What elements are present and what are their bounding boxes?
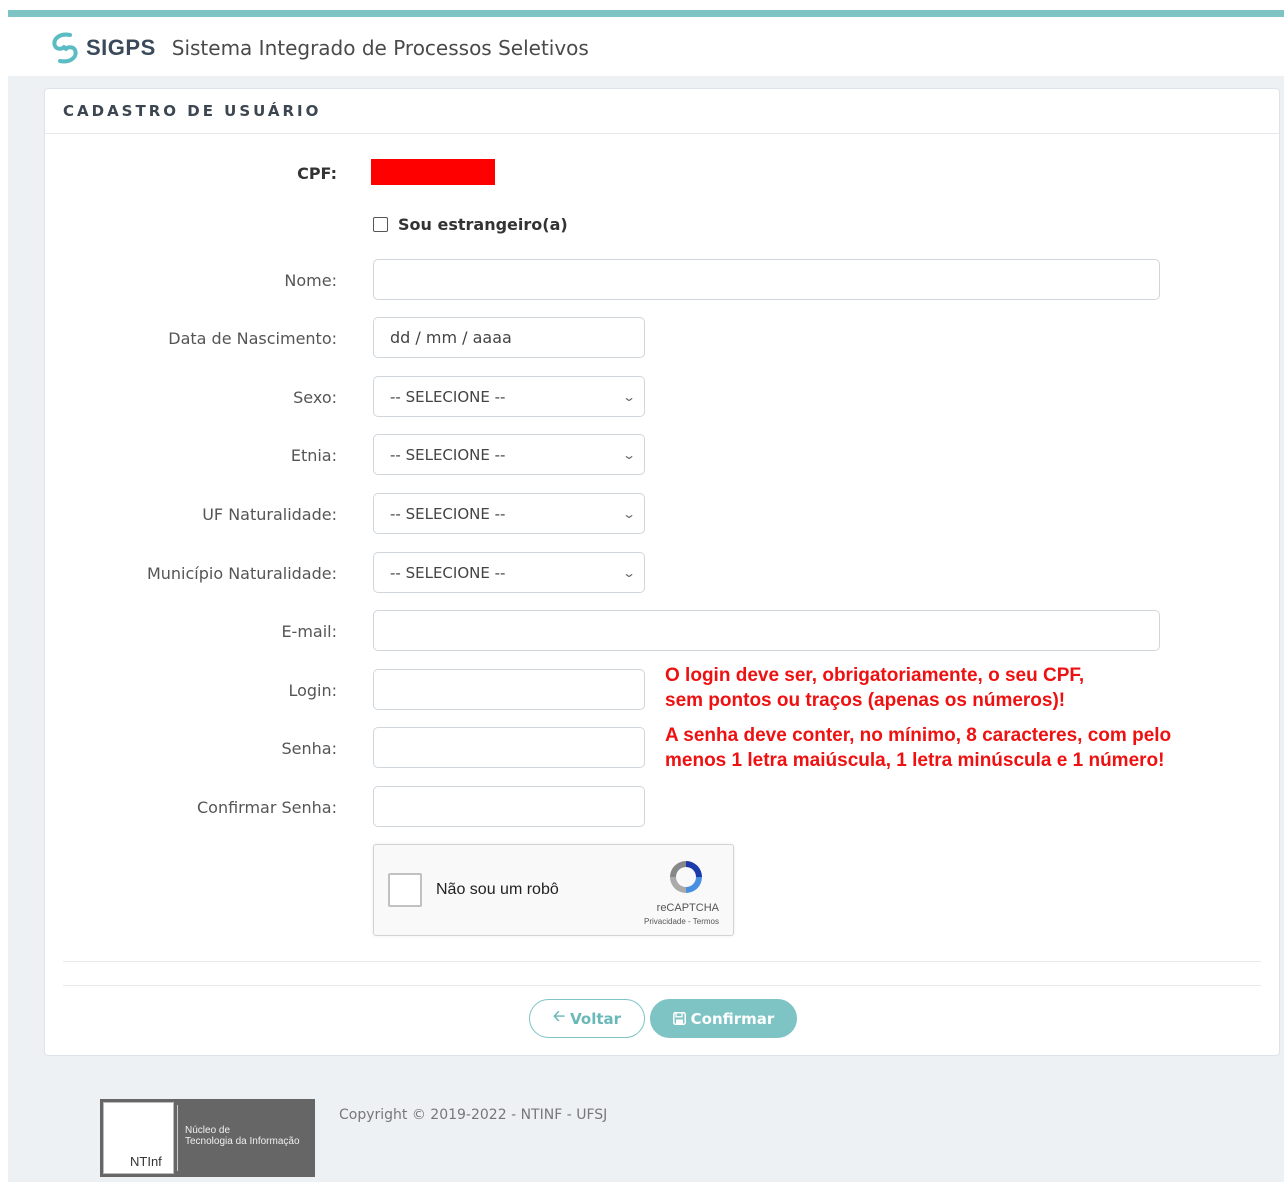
recaptcha-checkbox[interactable] bbox=[388, 873, 422, 907]
login-warning-line2: sem pontos ou traços (apenas os números)… bbox=[665, 690, 1066, 711]
ntinf-logo-line1: Núcleo de bbox=[185, 1125, 231, 1136]
voltar-label: Voltar bbox=[570, 1009, 622, 1028]
copyright-text: Copyright © 2019-2022 - NTINF - UFSJ bbox=[339, 1107, 608, 1123]
chevron-down-icon: ⌄ bbox=[621, 389, 637, 404]
senha-input[interactable] bbox=[373, 727, 645, 768]
voltar-button[interactable]: 🡠 Voltar bbox=[529, 999, 645, 1038]
uf-label: UF Naturalidade: bbox=[202, 505, 337, 524]
recaptcha-label: Não sou um robô bbox=[436, 881, 559, 898]
cpf-label: CPF: bbox=[297, 164, 337, 183]
recaptcha-brand: reCAPTCHA bbox=[656, 902, 719, 914]
email-input[interactable] bbox=[373, 610, 1160, 651]
chevron-down-icon: ⌄ bbox=[621, 506, 637, 521]
chevron-down-icon: ⌄ bbox=[621, 447, 637, 462]
email-label: E-mail: bbox=[281, 622, 337, 641]
ntinf-logo-box: NTInf bbox=[103, 1102, 174, 1174]
cpf-value-redacted bbox=[371, 159, 495, 185]
etnia-label: Etnia: bbox=[290, 446, 337, 465]
etnia-selected-value: -- SELECIONE -- bbox=[390, 445, 506, 464]
top-accent-bar bbox=[8, 10, 1284, 17]
divider-bottom bbox=[63, 985, 1261, 986]
save-icon bbox=[672, 1012, 686, 1025]
confirmar-senha-label: Confirmar Senha: bbox=[196, 798, 337, 817]
nascimento-placeholder: dd / mm / aaaa bbox=[390, 328, 512, 347]
brand-name: SIGPS bbox=[86, 35, 156, 60]
login-input[interactable] bbox=[373, 669, 645, 710]
recaptcha-links[interactable]: Privacidade - Termos bbox=[644, 917, 719, 926]
senha-warning-line2: menos 1 letra maiúscula, 1 letra minúscu… bbox=[665, 750, 1165, 771]
login-label: Login: bbox=[288, 681, 337, 700]
recaptcha-logo-icon bbox=[670, 861, 702, 893]
etnia-select[interactable]: -- SELECIONE -- ⌄ bbox=[373, 434, 645, 475]
sexo-select[interactable]: -- SELECIONE -- ⌄ bbox=[373, 376, 645, 417]
nascimento-label: Data de Nascimento: bbox=[168, 329, 337, 348]
card-title: CADASTRO DE USUÁRIO bbox=[45, 89, 1279, 134]
registration-card: CADASTRO DE USUÁRIO CPF: Sou estrangeiro… bbox=[44, 88, 1280, 1056]
ntinf-logo: NTInf Núcleo de Tecnologia da Informação bbox=[100, 1099, 315, 1177]
divider-top bbox=[63, 961, 1261, 962]
sexo-selected-value: -- SELECIONE -- bbox=[390, 387, 506, 406]
senha-warning-line1: A senha deve conter, no mínimo, 8 caract… bbox=[665, 725, 1172, 746]
login-warning-line1: O login deve ser, obrigatoriamente, o se… bbox=[665, 665, 1085, 686]
foreigner-checkbox-row[interactable]: Sou estrangeiro(a) bbox=[373, 215, 568, 234]
ntinf-logo-short: NTInf bbox=[130, 1154, 162, 1169]
ntinf-logo-separator bbox=[177, 1105, 178, 1171]
nascimento-date-input[interactable]: dd / mm / aaaa bbox=[373, 317, 645, 358]
confirmar-button[interactable]: Confirmar bbox=[650, 999, 797, 1038]
ntinf-logo-text: Núcleo de Tecnologia da Informação bbox=[185, 1125, 300, 1147]
foreigner-checkbox-label[interactable]: Sou estrangeiro(a) bbox=[398, 215, 568, 234]
nome-input[interactable] bbox=[373, 259, 1160, 300]
brand-subtitle: Sistema Integrado de Processos Seletivos bbox=[171, 36, 589, 60]
senha-label: Senha: bbox=[281, 739, 337, 758]
municipio-label: Município Naturalidade: bbox=[146, 564, 337, 583]
uf-selected-value: -- SELECIONE -- bbox=[390, 504, 506, 523]
uf-select[interactable]: -- SELECIONE -- ⌄ bbox=[373, 493, 645, 534]
recaptcha-widget: Não sou um robô reCAPTCHA Privacidade - … bbox=[373, 844, 734, 936]
confirmar-label: Confirmar bbox=[690, 1009, 775, 1028]
nome-label: Nome: bbox=[284, 271, 337, 290]
foreigner-checkbox[interactable] bbox=[373, 217, 388, 232]
sigps-logo-icon bbox=[52, 32, 78, 64]
app-header: SIGPS Sistema Integrado de Processos Sel… bbox=[50, 28, 589, 68]
municipio-selected-value: -- SELECIONE -- bbox=[390, 563, 506, 582]
chevron-down-icon: ⌄ bbox=[621, 565, 637, 580]
municipio-select[interactable]: -- SELECIONE -- ⌄ bbox=[373, 552, 645, 593]
ntinf-logo-line2: Tecnologia da Informação bbox=[185, 1136, 300, 1147]
senha-warning: A senha deve conter, no mínimo, 8 caract… bbox=[665, 723, 1171, 773]
login-warning: O login deve ser, obrigatoriamente, o se… bbox=[665, 663, 1084, 713]
sexo-label: Sexo: bbox=[293, 388, 337, 407]
arrow-left-icon: 🡠 bbox=[552, 1007, 566, 1025]
confirmar-senha-input[interactable] bbox=[373, 786, 645, 827]
